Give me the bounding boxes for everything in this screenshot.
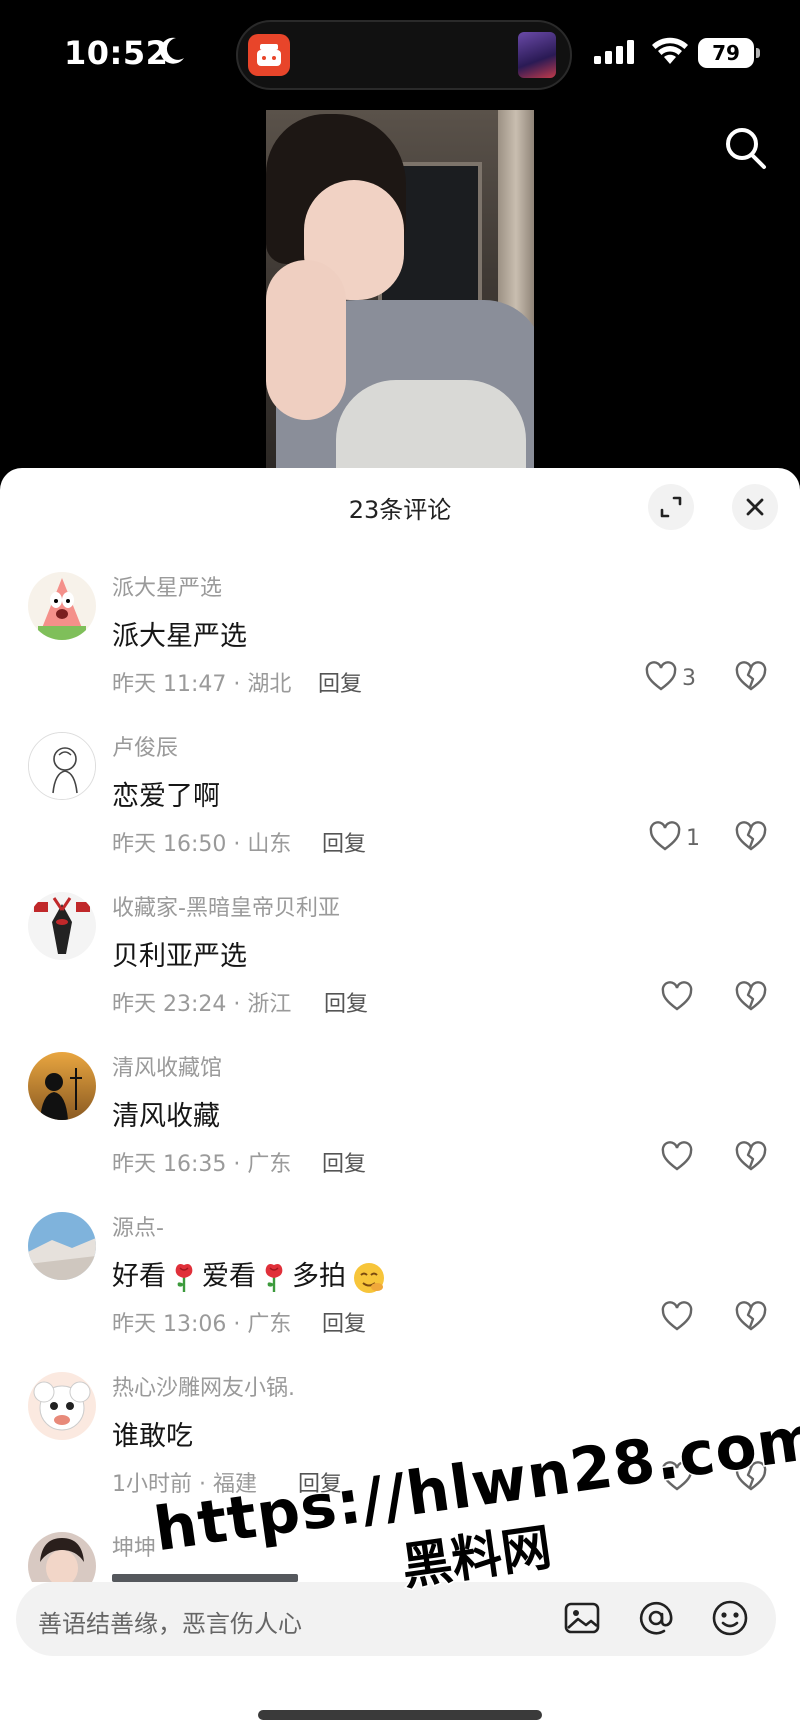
comment-text-part: 好看: [112, 1261, 166, 1292]
video-person-arm: [266, 260, 346, 420]
comment-text-part: 爱看: [202, 1261, 256, 1292]
like-heart-icon[interactable]: [660, 1300, 694, 1334]
like-heart-icon[interactable]: [644, 660, 678, 694]
comment-username[interactable]: 清风收藏馆: [112, 1050, 222, 1082]
comment-username[interactable]: 坤坤: [112, 1530, 156, 1562]
expand-icon: [660, 496, 682, 518]
avatar[interactable]: [28, 1532, 96, 1582]
status-bar: 10:52 79: [0, 0, 800, 110]
comment-text: 好看 爱看 多拍: [112, 1254, 392, 1295]
comment-username[interactable]: 热心沙雕网友小锅.: [112, 1370, 295, 1402]
reply-button[interactable]: 回复: [318, 666, 362, 698]
broken-heart-icon[interactable]: [734, 820, 768, 854]
avatar[interactable]: [28, 1372, 96, 1440]
app-icon: [248, 34, 290, 76]
broken-heart-icon[interactable]: [734, 1140, 768, 1174]
reply-button[interactable]: 回复: [322, 1146, 366, 1178]
comment-meta: 昨天 23:24 · 浙江: [112, 992, 292, 1017]
broken-heart-icon[interactable]: [734, 980, 768, 1014]
avatar[interactable]: [28, 732, 96, 800]
rose-emoji-icon: [265, 1263, 283, 1292]
comment-item: 收藏家-黑暗皇帝贝利亚 贝利亚严选 昨天 23:24 · 浙江 回复: [0, 880, 800, 1040]
comment-username[interactable]: 收藏家-黑暗皇帝贝利亚: [112, 890, 340, 922]
reply-button[interactable]: 回复: [322, 1306, 366, 1338]
home-indicator[interactable]: [258, 1710, 542, 1720]
search-icon[interactable]: [724, 126, 768, 172]
reply-button[interactable]: 回复: [324, 986, 368, 1018]
close-icon: [746, 498, 764, 516]
comment-text: 谁敢吃: [112, 1421, 193, 1452]
avatar[interactable]: [28, 1052, 96, 1120]
smiling-face-emoji-icon: [354, 1262, 384, 1293]
reply-button[interactable]: 回复: [322, 826, 366, 858]
battery-indicator: 79: [698, 38, 754, 68]
comment-username[interactable]: 源点-: [112, 1210, 164, 1242]
rose-emoji-icon: [175, 1263, 193, 1292]
comment-text: 清风收藏: [112, 1101, 220, 1132]
avatar[interactable]: [28, 1212, 96, 1280]
now-playing-thumbnail: [518, 32, 556, 78]
battery-level: 79: [712, 41, 740, 65]
comment-text: 恋爱了啊: [112, 781, 220, 812]
comment-meta: 昨天 13:06 · 广东: [112, 1312, 292, 1337]
dynamic-island[interactable]: [236, 20, 572, 90]
like-heart-icon[interactable]: [660, 1140, 694, 1174]
clock-time: 10:52: [64, 34, 169, 72]
comment-text: 贝利亚严选: [112, 941, 247, 972]
comment-item: 清风收藏馆 清风收藏 昨天 16:35 · 广东 回复: [0, 1040, 800, 1200]
broken-heart-icon[interactable]: [734, 1300, 768, 1334]
broken-heart-icon[interactable]: [734, 660, 768, 694]
battery-tip: [756, 48, 760, 58]
emoji-icon[interactable]: [710, 1598, 750, 1638]
video-pillow: [336, 380, 526, 470]
comment-meta: 昨天 16:50 · 山东: [112, 832, 292, 857]
video-preview[interactable]: [266, 110, 534, 470]
like-heart-icon[interactable]: [660, 980, 694, 1014]
comment-item: 源点- 好看 爱看 多拍 昨天 13:06 · 广东 回复: [0, 1200, 800, 1360]
comment-text: 派大星严选: [112, 621, 247, 652]
cellular-signal-icon: [594, 40, 634, 64]
close-button[interactable]: [732, 484, 778, 530]
like-count: 1: [686, 826, 700, 851]
moon-icon: [160, 37, 184, 64]
wifi-icon: [652, 37, 688, 64]
comment-text-part: 多拍: [292, 1261, 346, 1292]
avatar[interactable]: [28, 892, 96, 960]
like-heart-icon[interactable]: [648, 820, 682, 854]
comment-meta: 昨天 11:47 · 湖北: [112, 672, 292, 697]
comment-item: 派大星严选 派大星严选 昨天 11:47 · 湖北 回复 3: [0, 560, 800, 720]
like-count: 3: [682, 666, 696, 691]
comment-item: 卢俊辰 恋爱了啊 昨天 16:50 · 山东 回复 1: [0, 720, 800, 880]
expand-button[interactable]: [648, 484, 694, 530]
comment-username[interactable]: 派大星严选: [112, 570, 222, 602]
mention-icon[interactable]: [636, 1598, 676, 1638]
comment-username[interactable]: 卢俊辰: [112, 730, 178, 762]
image-icon[interactable]: [562, 1598, 602, 1638]
avatar[interactable]: [28, 572, 96, 640]
comment-meta: 昨天 16:35 · 广东: [112, 1152, 292, 1177]
